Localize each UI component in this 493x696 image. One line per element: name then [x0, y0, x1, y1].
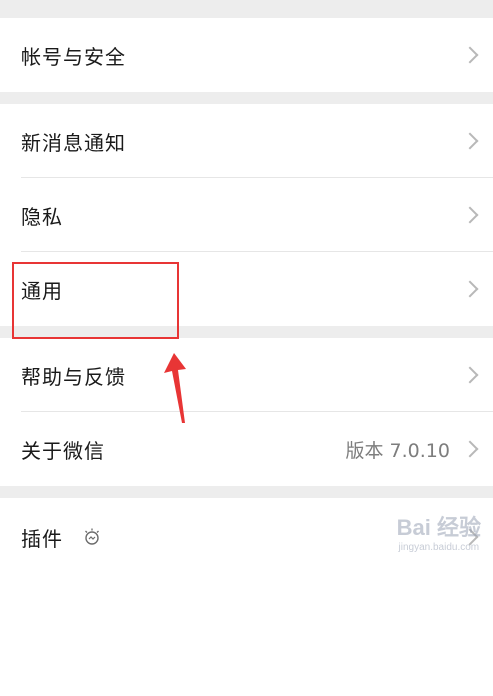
settings-group-account: 帐号与安全	[0, 18, 493, 92]
top-spacer	[0, 0, 493, 18]
chevron-right-icon	[461, 440, 479, 458]
group-spacer	[0, 486, 493, 498]
settings-item-help-feedback[interactable]: 帮助与反馈	[0, 338, 493, 412]
group-spacer	[0, 326, 493, 338]
settings-group-plugins: 插件	[0, 498, 493, 576]
settings-item-label: 隐私	[21, 204, 63, 229]
settings-item-account-security[interactable]: 帐号与安全	[0, 18, 493, 92]
bulb-icon	[82, 527, 102, 551]
settings-item-label: 插件	[21, 526, 63, 551]
chevron-right-icon	[461, 366, 479, 384]
settings-group-general: 新消息通知 隐私 通用	[0, 104, 493, 326]
settings-item-label: 关于微信	[21, 438, 105, 463]
version-value: 版本 7.0.10	[345, 439, 450, 462]
bottom-fill	[0, 576, 493, 696]
settings-item-privacy[interactable]: 隐私	[0, 178, 493, 252]
settings-group-help: 帮助与反馈 关于微信 版本 7.0.10	[0, 338, 493, 486]
chevron-right-icon	[461, 46, 479, 64]
settings-item-notifications[interactable]: 新消息通知	[0, 104, 493, 178]
settings-item-label: 通用	[21, 278, 63, 303]
settings-item-label: 帐号与安全	[21, 44, 126, 69]
chevron-right-icon	[461, 132, 479, 150]
chevron-right-icon	[461, 206, 479, 224]
settings-item-label: 帮助与反馈	[21, 364, 126, 389]
settings-item-label: 新消息通知	[21, 130, 126, 155]
settings-item-plugins[interactable]: 插件	[0, 498, 493, 576]
settings-item-general[interactable]: 通用	[0, 252, 493, 326]
chevron-right-icon	[461, 280, 479, 298]
group-spacer	[0, 92, 493, 104]
chevron-right-icon	[461, 528, 479, 546]
settings-item-about-wechat[interactable]: 关于微信 版本 7.0.10	[0, 412, 493, 486]
